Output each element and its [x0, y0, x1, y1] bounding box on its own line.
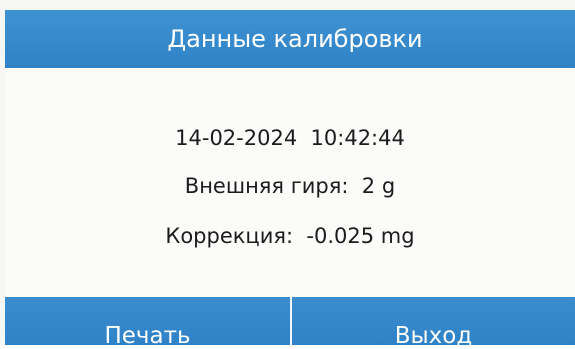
exit-button-label: Выход — [394, 323, 473, 349]
print-button[interactable]: Печать — [5, 297, 290, 349]
print-button-label: Печать — [104, 323, 191, 349]
page-title: Данные калибровки — [167, 25, 423, 53]
exit-button[interactable]: Выход — [292, 297, 575, 349]
calibration-screen: Данные калибровки 14-02-2024 10:42:44 Вн… — [0, 0, 575, 349]
calibration-datetime: 14-02-2024 10:42:44 — [175, 126, 405, 150]
title-bar: Данные калибровки — [5, 10, 575, 68]
button-bar: Печать Выход — [5, 297, 575, 349]
calibration-info-panel: 14-02-2024 10:42:44 Внешняя гиря: 2 g Ко… — [5, 68, 575, 297]
correction-value: Коррекция: -0.025 mg — [165, 224, 415, 248]
external-weight-value: Внешняя гиря: 2 g — [184, 174, 396, 198]
